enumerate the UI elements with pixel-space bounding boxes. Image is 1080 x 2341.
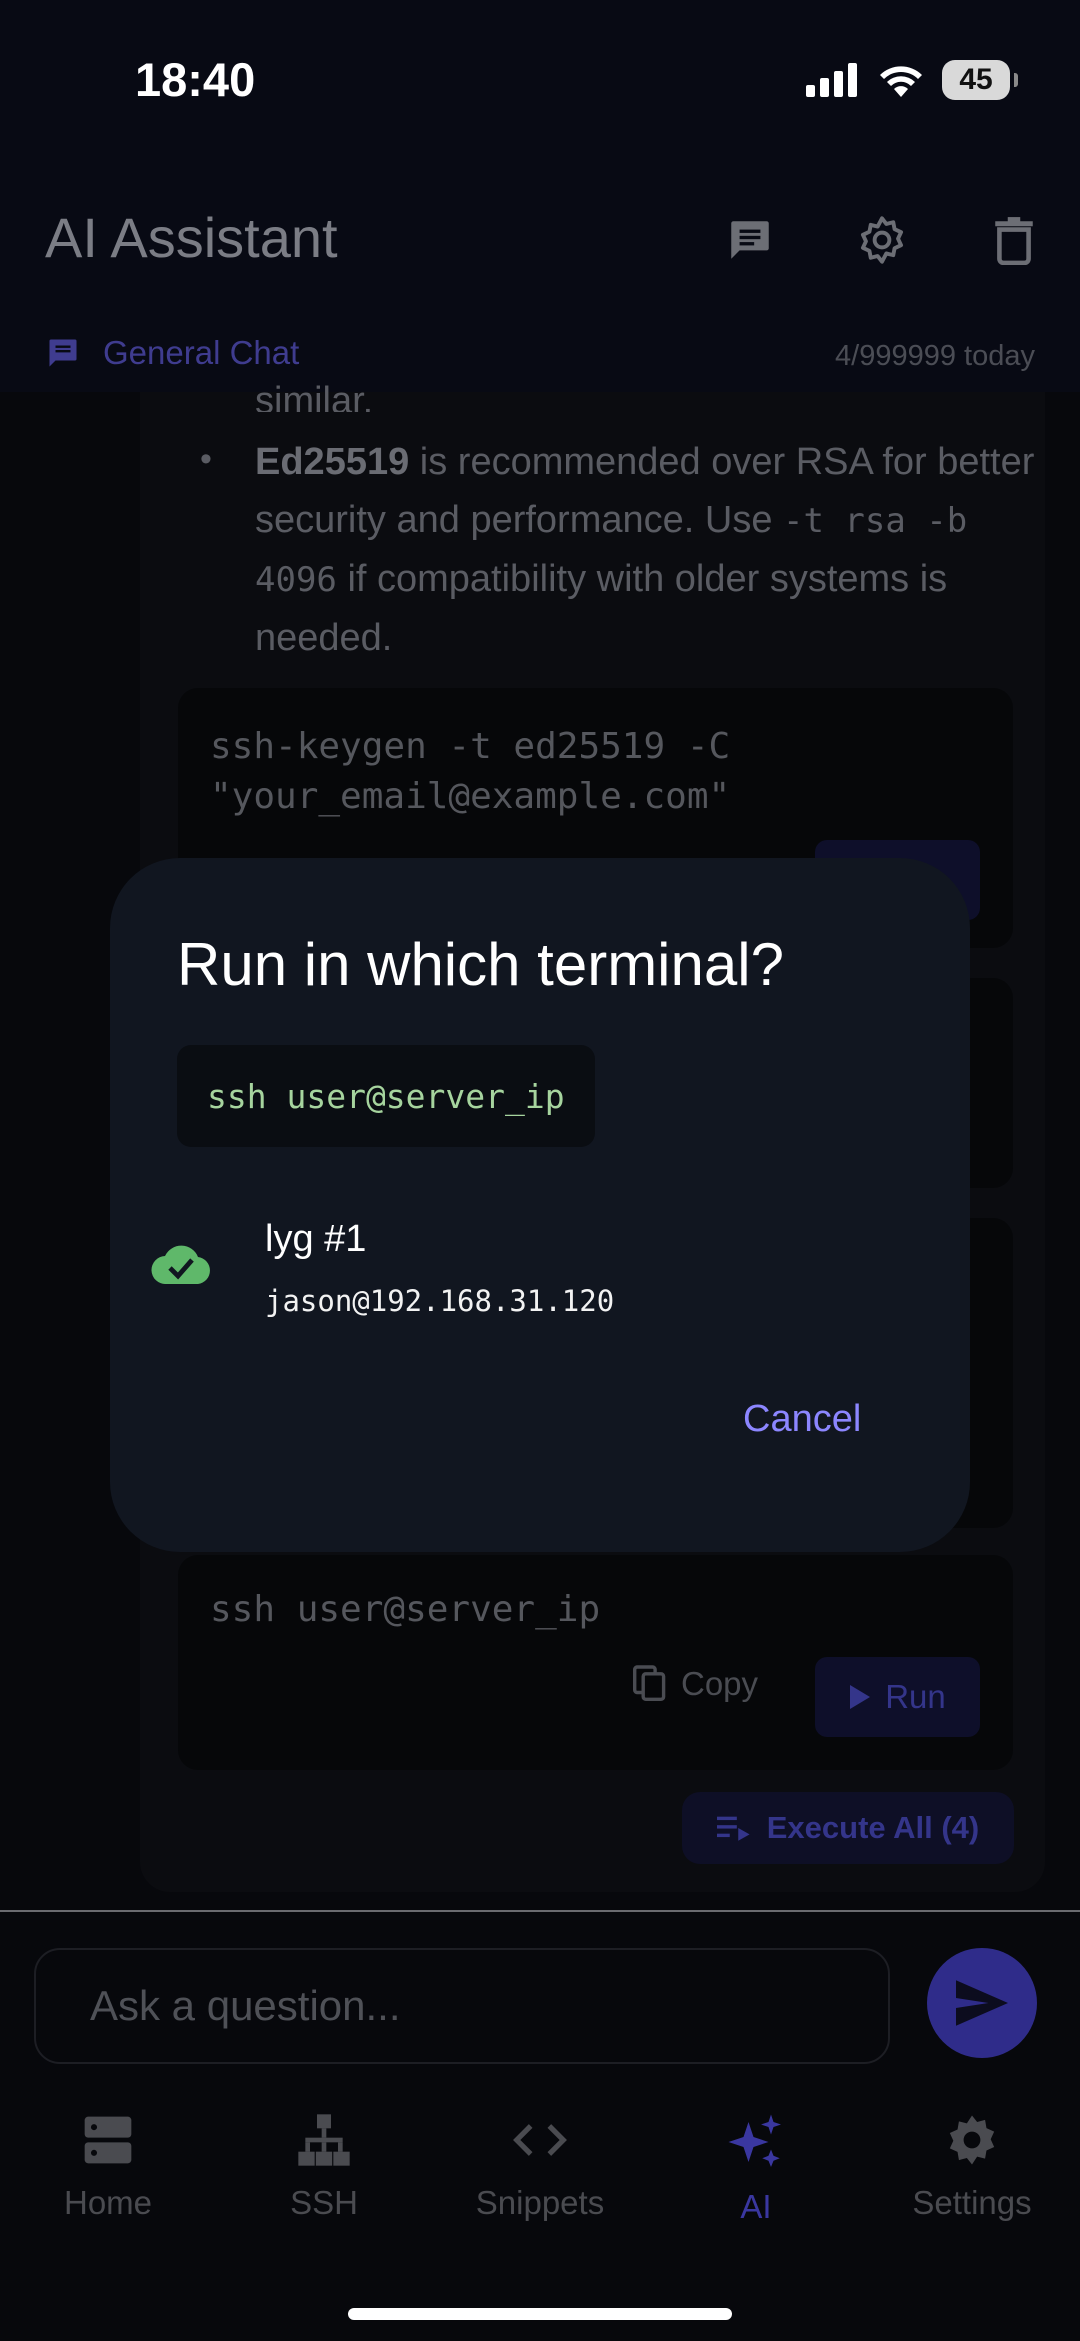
execute-all-button[interactable]: Execute All (4): [682, 1792, 1014, 1864]
nav-label: AI: [740, 2188, 772, 2225]
gear-icon: [949, 2115, 995, 2165]
dialog-title: Run in which terminal?: [177, 931, 784, 998]
copy-label: Copy: [681, 1665, 759, 1702]
bottom-nav: Home SSH Snippets AI Settings: [0, 2090, 1080, 2290]
battery-icon: 45: [942, 60, 1018, 100]
terminal-name: lyg #1: [265, 1218, 367, 1260]
nav-label: Home: [63, 2184, 153, 2221]
gear-icon: [860, 216, 904, 264]
status-icons: 45: [806, 58, 1018, 102]
sparkles-icon: [728, 2114, 781, 2167]
cloud-done-icon: [151, 1245, 210, 1284]
truncated-text: similar.: [255, 380, 374, 412]
code-text: ssh-keygen -t ed25519 -C "your_email@exa…: [210, 726, 731, 817]
nav-label: Snippets: [475, 2184, 605, 2221]
trash-icon: [995, 217, 1033, 265]
chat-icon: [49, 339, 77, 367]
send-button[interactable]: [927, 1948, 1037, 2058]
settings-button[interactable]: [852, 210, 912, 270]
execute-all-label: Execute All (4): [766, 1810, 980, 1845]
run-label: Run: [885, 1678, 946, 1715]
home-indicator: [348, 2308, 732, 2320]
question-input[interactable]: Ask a question...: [34, 1948, 890, 2064]
message-paragraph: Ed25519 is recommended over RSA for bett…: [255, 433, 1035, 667]
cellular-signal-icon: [806, 63, 857, 97]
nav-item-settings[interactable]: Settings: [864, 2090, 1080, 2290]
network-icon: [298, 2114, 350, 2166]
terminal-host: jason@192.168.31.120: [265, 1284, 615, 1318]
paragraph-text: if compatibility with older systems is n…: [255, 558, 948, 659]
nav-label: SSH: [290, 2184, 358, 2221]
code-icon: [513, 2124, 567, 2156]
chat-name: General Chat: [103, 334, 300, 371]
status-time: 18:40: [135, 53, 256, 106]
nav-item-snippets[interactable]: Snippets: [432, 2090, 648, 2290]
nav-label: Settings: [912, 2184, 1032, 2221]
bullet-dot: •: [200, 440, 212, 478]
cancel-button[interactable]: Cancel: [743, 1398, 861, 1441]
page-title: AI Assistant: [45, 206, 338, 269]
current-chat-indicator[interactable]: General Chat: [45, 334, 299, 372]
chat-icon: [731, 221, 769, 259]
command-preview: ssh user@server_ip: [177, 1045, 595, 1147]
usage-counter: 4/999999 today: [835, 340, 1035, 372]
code-block: ssh user@server_ip Copy Run: [178, 1555, 1013, 1770]
playlist-play-icon: [716, 1816, 750, 1841]
play-icon: [850, 1685, 871, 1709]
bold-term: Ed25519: [255, 441, 410, 483]
copy-button[interactable]: Copy: [633, 1665, 758, 1703]
wifi-icon: [880, 66, 922, 97]
code-text: ssh user@server_ip: [210, 1589, 601, 1630]
input-divider: [0, 1910, 1080, 1912]
server-icon: [84, 2116, 132, 2164]
nav-item-ai[interactable]: AI: [648, 2090, 864, 2290]
delete-chat-button[interactable]: [984, 210, 1044, 270]
run-button[interactable]: Run: [815, 1657, 980, 1737]
chat-list-button[interactable]: [720, 210, 780, 270]
copy-icon: [633, 1665, 666, 1701]
send-icon: [956, 1980, 1008, 2026]
nav-item-ssh[interactable]: SSH: [216, 2090, 432, 2290]
nav-item-home[interactable]: Home: [0, 2090, 216, 2290]
